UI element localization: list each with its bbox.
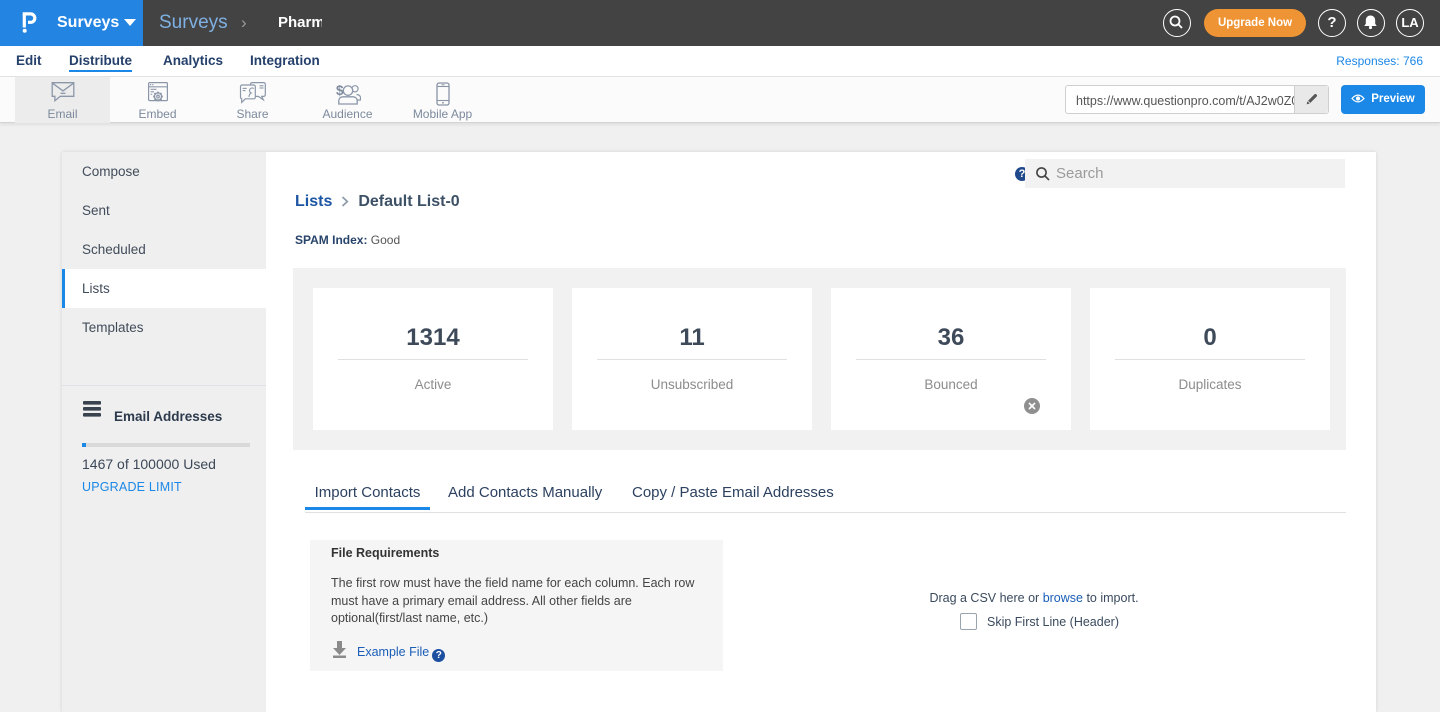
svg-text:$: $	[336, 83, 344, 98]
